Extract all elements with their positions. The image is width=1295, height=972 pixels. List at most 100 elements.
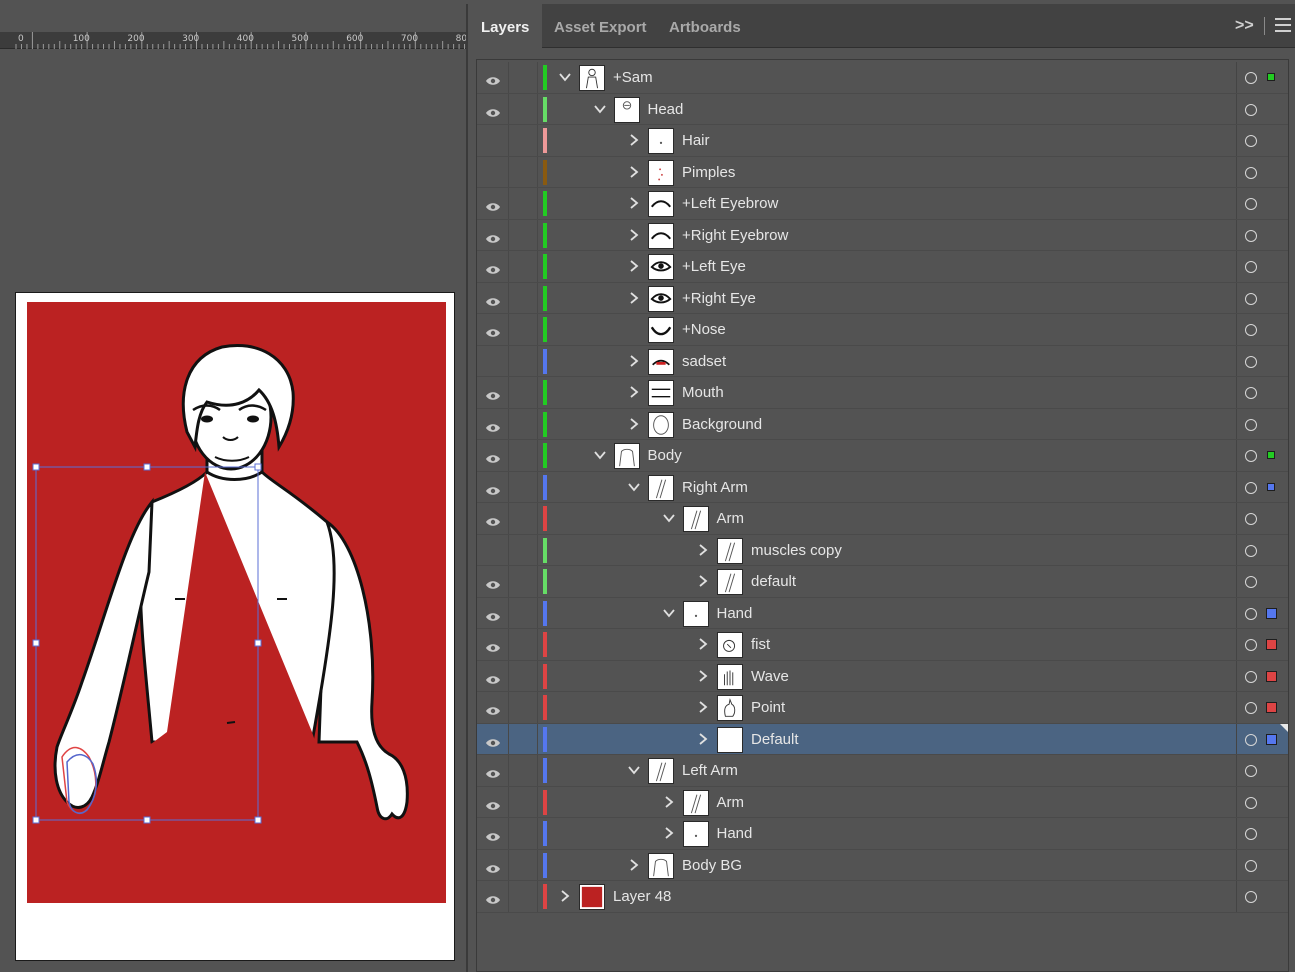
- chevron-right-icon[interactable]: [627, 259, 641, 273]
- layer-name[interactable]: Wave: [751, 668, 789, 685]
- target-circle-icon[interactable]: [1245, 418, 1257, 431]
- visibility-toggle[interactable]: [477, 786, 509, 817]
- lock-toggle[interactable]: [510, 503, 538, 534]
- visibility-toggle[interactable]: [477, 818, 509, 849]
- chevron-right-icon[interactable]: [627, 354, 641, 368]
- selection-indicator-icon[interactable]: [1266, 733, 1277, 745]
- lock-toggle[interactable]: [510, 660, 538, 691]
- visibility-toggle[interactable]: [477, 282, 509, 313]
- target-circle-icon[interactable]: [1245, 607, 1257, 620]
- chevron-down-icon[interactable]: [558, 70, 572, 84]
- layer-name[interactable]: +Left Eye: [682, 258, 746, 275]
- layer-row[interactable]: Default: [477, 723, 1288, 755]
- layer-row[interactable]: Body BG: [477, 849, 1288, 881]
- chevron-down-icon[interactable]: [662, 606, 676, 620]
- target-circle-icon[interactable]: [1245, 261, 1257, 273]
- layer-row[interactable]: sadset: [477, 345, 1288, 377]
- visibility-toggle[interactable]: [477, 251, 509, 282]
- lock-toggle[interactable]: [510, 597, 538, 628]
- visibility-toggle[interactable]: [477, 156, 509, 187]
- layer-name[interactable]: Right Arm: [682, 479, 748, 496]
- tab-asset-export[interactable]: Asset Export: [541, 4, 660, 48]
- target-circle-icon[interactable]: [1245, 292, 1257, 305]
- layer-name[interactable]: sadset: [682, 353, 726, 370]
- chevron-right-icon[interactable]: [662, 795, 676, 809]
- target-circle-icon[interactable]: [1245, 765, 1257, 777]
- layer-row[interactable]: Point: [477, 692, 1288, 724]
- lock-toggle[interactable]: [510, 62, 538, 93]
- layer-row[interactable]: Hand: [477, 818, 1288, 850]
- chevron-down-icon[interactable]: [662, 511, 676, 525]
- layer-name[interactable]: default: [751, 573, 796, 590]
- visibility-toggle[interactable]: [477, 377, 509, 408]
- layer-row[interactable]: default: [477, 566, 1288, 598]
- lock-toggle[interactable]: [510, 282, 538, 313]
- chevron-down-icon[interactable]: [593, 448, 607, 462]
- target-circle-icon[interactable]: [1245, 702, 1257, 714]
- visibility-toggle[interactable]: [477, 881, 509, 912]
- lock-toggle[interactable]: [510, 723, 538, 754]
- layer-name[interactable]: Default: [751, 731, 799, 748]
- target-circle-icon[interactable]: [1245, 859, 1257, 872]
- visibility-toggle[interactable]: [477, 314, 509, 345]
- visibility-toggle[interactable]: [477, 566, 509, 597]
- chevron-down-icon[interactable]: [627, 480, 641, 494]
- target-circle-icon[interactable]: [1245, 450, 1257, 462]
- lock-toggle[interactable]: [510, 786, 538, 817]
- collapse-panel-button[interactable]: >>: [1235, 17, 1255, 37]
- artboard[interactable]: [15, 292, 455, 961]
- layer-name[interactable]: Hair: [682, 132, 710, 149]
- layer-name[interactable]: Head: [648, 101, 684, 118]
- visibility-toggle[interactable]: [477, 597, 509, 628]
- lock-toggle[interactable]: [510, 818, 538, 849]
- layer-row[interactable]: Body: [477, 440, 1288, 472]
- layer-name[interactable]: +Nose: [682, 321, 726, 338]
- layer-name[interactable]: Arm: [717, 510, 745, 527]
- lock-toggle[interactable]: [510, 692, 538, 723]
- chevron-down-icon[interactable]: [627, 763, 641, 777]
- layer-row[interactable]: Layer 48: [477, 881, 1288, 913]
- layer-row[interactable]: +Right Eye: [477, 282, 1288, 314]
- chevron-right-icon[interactable]: [627, 291, 641, 305]
- chevron-right-icon[interactable]: [627, 228, 641, 242]
- target-circle-icon[interactable]: [1245, 135, 1257, 147]
- chevron-right-icon[interactable]: [696, 669, 710, 683]
- lock-toggle[interactable]: [510, 219, 538, 250]
- visibility-toggle[interactable]: [477, 125, 509, 156]
- chevron-right-icon[interactable]: [696, 700, 710, 714]
- selection-indicator-icon[interactable]: [1267, 73, 1275, 81]
- visibility-toggle[interactable]: [477, 345, 509, 376]
- layer-name[interactable]: Arm: [717, 794, 745, 811]
- handle-top-mid[interactable]: [143, 463, 151, 471]
- lock-toggle[interactable]: [510, 251, 538, 282]
- visibility-toggle[interactable]: [477, 755, 509, 786]
- chevron-right-icon[interactable]: [662, 826, 676, 840]
- lock-toggle[interactable]: [510, 314, 538, 345]
- layer-name[interactable]: Layer 48: [613, 888, 671, 905]
- layer-row[interactable]: +Left Eye: [477, 251, 1288, 283]
- target-circle-icon[interactable]: [1245, 544, 1257, 557]
- character-artwork[interactable]: [27, 302, 446, 903]
- visibility-toggle[interactable]: [477, 692, 509, 723]
- visibility-toggle[interactable]: [477, 629, 509, 660]
- layer-name[interactable]: Body: [648, 447, 682, 464]
- chevron-right-icon[interactable]: [696, 732, 710, 746]
- chevron-right-icon[interactable]: [558, 889, 572, 903]
- visibility-toggle[interactable]: [477, 408, 509, 439]
- selection-indicator-icon[interactable]: [1266, 702, 1277, 713]
- layer-row[interactable]: Mouth: [477, 377, 1288, 409]
- layer-name[interactable]: Background: [682, 416, 762, 433]
- canvas-area[interactable]: 0 100 200 300 400 500 600 700 80: [0, 0, 467, 972]
- layer-row[interactable]: Right Arm: [477, 471, 1288, 503]
- target-circle-icon[interactable]: [1245, 481, 1257, 494]
- layer-row[interactable]: Background: [477, 408, 1288, 440]
- visibility-toggle[interactable]: [477, 471, 509, 502]
- handle-mid-right[interactable]: [254, 639, 262, 647]
- layer-row[interactable]: Pimples: [477, 156, 1288, 188]
- target-circle-icon[interactable]: [1245, 639, 1257, 651]
- selection-indicator-icon[interactable]: [1266, 670, 1277, 682]
- lock-toggle[interactable]: [510, 440, 538, 471]
- chevron-right-icon[interactable]: [627, 385, 641, 399]
- layer-name[interactable]: fist: [751, 636, 770, 653]
- chevron-right-icon[interactable]: [627, 196, 641, 210]
